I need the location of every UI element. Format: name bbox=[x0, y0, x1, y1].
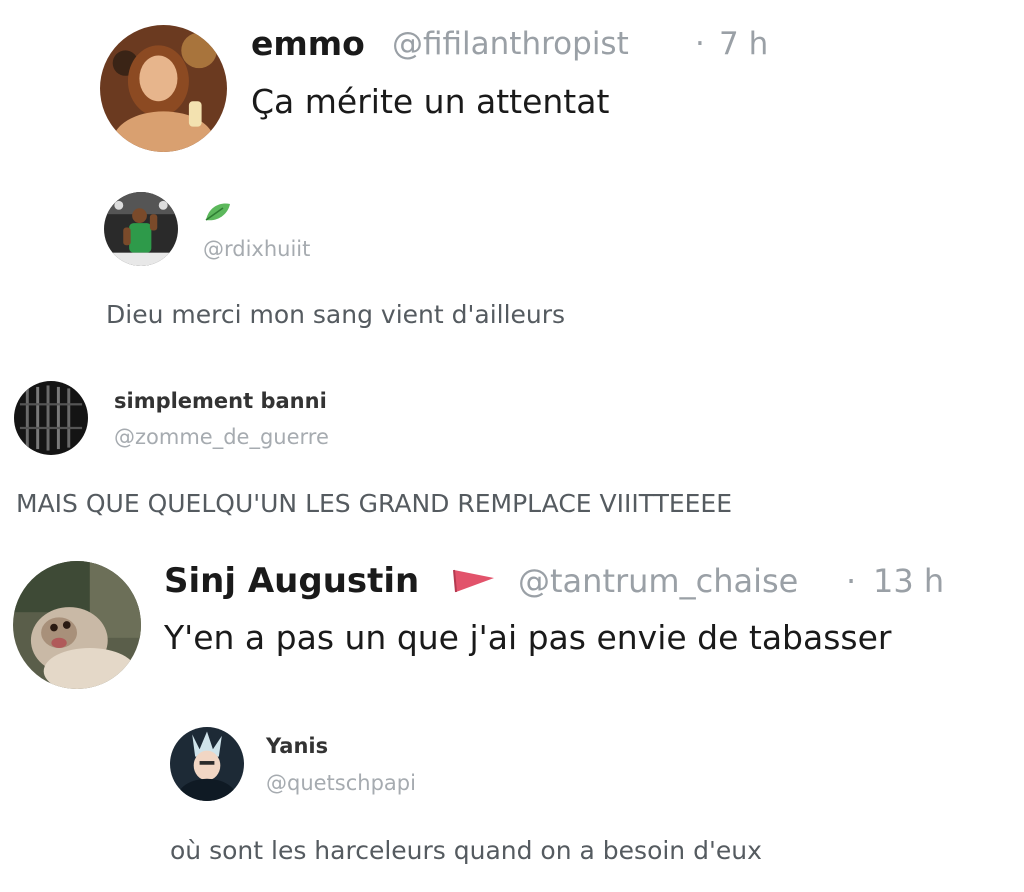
post-timestamp[interactable]: 13 h bbox=[873, 562, 944, 600]
avatar-quetschpapi[interactable] bbox=[170, 727, 244, 801]
avatar-sinj-augustin[interactable] bbox=[13, 561, 141, 689]
author-handle[interactable]: @tantrum_chaise bbox=[518, 562, 798, 600]
red-flag-icon bbox=[453, 569, 494, 593]
author-name[interactable]: emmo bbox=[251, 24, 365, 63]
avatar-emmo[interactable] bbox=[100, 25, 227, 152]
avatar-zomme-de-guerre-image bbox=[14, 381, 88, 455]
avatar-emmo-image bbox=[100, 25, 227, 152]
post-timestamp[interactable]: 7 h bbox=[719, 26, 768, 62]
separator-dot: · bbox=[695, 26, 705, 62]
author-name[interactable]: simplement banni bbox=[114, 389, 327, 413]
reply-text: MAIS QUE QUELQU'UN LES GRAND REMPLACE VI… bbox=[16, 489, 733, 518]
author-handle[interactable]: @rdixhuiit bbox=[203, 237, 310, 261]
tweet-text: Y'en a pas un que j'ai pas envie de taba… bbox=[164, 618, 892, 657]
avatar-sinj-augustin-image bbox=[13, 561, 141, 689]
avatar-rdixhuiit[interactable] bbox=[104, 192, 178, 266]
leaf-icon bbox=[205, 203, 230, 221]
tweet-text: Ça mérite un attentat bbox=[251, 82, 610, 121]
author-name[interactable]: Sinj Augustin bbox=[164, 561, 419, 601]
separator-dot: · bbox=[846, 562, 857, 600]
author-handle[interactable]: @zomme_de_guerre bbox=[114, 425, 329, 449]
author-handle[interactable]: @quetschpapi bbox=[266, 771, 416, 795]
reply-text: Dieu merci mon sang vient d'ailleurs bbox=[106, 300, 566, 329]
avatar-zomme-de-guerre[interactable] bbox=[14, 381, 88, 455]
author-handle[interactable]: @fifilanthropist bbox=[392, 26, 629, 62]
avatar-rdixhuiit-image bbox=[104, 192, 178, 266]
avatar-quetschpapi-image bbox=[170, 727, 244, 801]
reply-text: où sont les harceleurs quand on a besoin… bbox=[170, 836, 762, 865]
author-name[interactable]: Yanis bbox=[266, 734, 328, 758]
